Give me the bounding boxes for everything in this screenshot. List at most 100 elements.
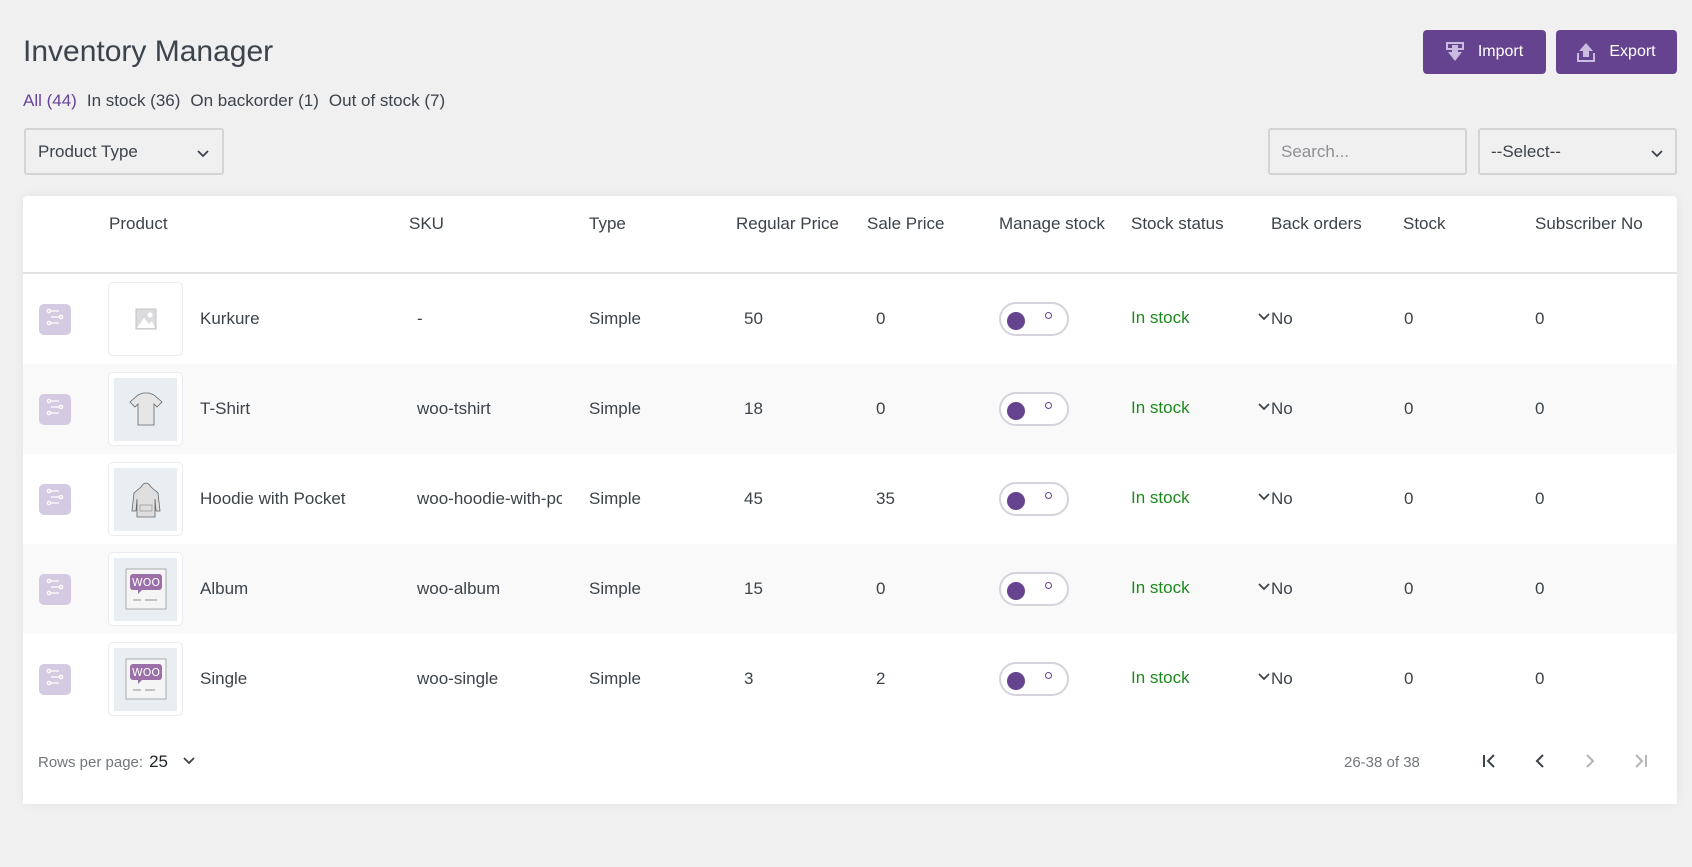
- woo-single-image: WOO: [114, 647, 177, 711]
- product-name[interactable]: Single: [200, 668, 247, 690]
- row-actions-button[interactable]: [39, 664, 71, 695]
- product-thumbnail: [108, 462, 183, 536]
- filter-in-stock[interactable]: In stock (36): [87, 90, 181, 112]
- bulk-select-value: --Select--: [1491, 141, 1561, 161]
- manage-stock-toggle[interactable]: [999, 482, 1069, 516]
- rows-per-page-select[interactable]: 25: [149, 752, 196, 772]
- back-orders-value[interactable]: No: [1271, 578, 1293, 600]
- back-orders-value[interactable]: No: [1271, 668, 1293, 690]
- row-actions-button[interactable]: [39, 304, 71, 335]
- product-name[interactable]: Kurkure: [200, 308, 260, 330]
- product-name[interactable]: Hoodie with Pocket: [200, 488, 346, 510]
- hoodie-image: [114, 467, 177, 531]
- table-row: WOO Single woo-single Simple 3 2 In stock No 0 0: [23, 634, 1677, 724]
- row-actions-button[interactable]: [39, 484, 71, 515]
- regular-price-value[interactable]: 3: [744, 668, 753, 690]
- column-header-type[interactable]: Type: [589, 214, 626, 234]
- rows-per-page: Rows per page: 25: [38, 752, 196, 772]
- filter-all[interactable]: All (44): [23, 90, 77, 112]
- import-label: Import: [1477, 43, 1524, 60]
- chevron-down-icon: [182, 752, 196, 772]
- svg-text:WOO: WOO: [131, 666, 160, 679]
- column-header-subscriber-no[interactable]: Subscriber No: [1535, 214, 1643, 234]
- chevron-left-icon: [1531, 752, 1549, 775]
- column-header-back-orders[interactable]: Back orders: [1271, 214, 1362, 234]
- back-orders-value[interactable]: No: [1271, 398, 1293, 420]
- column-header-stock-status[interactable]: Stock status: [1131, 214, 1224, 234]
- regular-price-value[interactable]: 45: [744, 488, 763, 510]
- rows-per-page-value: 25: [149, 752, 168, 771]
- subscriber-no-value: 0: [1535, 309, 1545, 328]
- previous-page-button[interactable]: [1525, 748, 1555, 778]
- chevron-down-icon: [1257, 668, 1271, 688]
- sliders-icon: [46, 308, 64, 331]
- column-header-sku[interactable]: SKU: [409, 214, 444, 234]
- sale-price-value[interactable]: 0: [876, 308, 885, 330]
- product-name[interactable]: Album: [200, 578, 248, 600]
- search-input[interactable]: [1281, 141, 1454, 162]
- import-button[interactable]: Import: [1423, 30, 1546, 74]
- sku-value: woo-album: [417, 579, 501, 598]
- bulk-select[interactable]: --Select--: [1478, 128, 1677, 175]
- subscriber-no-value: 0: [1535, 669, 1545, 688]
- stock-status-value: In stock: [1131, 308, 1190, 327]
- regular-price-value[interactable]: 18: [744, 398, 763, 420]
- column-header-manage-stock[interactable]: Manage stock: [999, 214, 1105, 234]
- toggle-off-indicator: [1045, 402, 1052, 409]
- regular-price-value[interactable]: 15: [744, 578, 763, 600]
- export-button[interactable]: Export: [1556, 30, 1677, 74]
- next-page-button[interactable]: [1575, 748, 1605, 778]
- page-title: Inventory Manager: [23, 35, 274, 68]
- table-header: Product SKU Type Regular Price Sale Pric…: [23, 196, 1677, 274]
- manage-stock-toggle[interactable]: [999, 302, 1069, 336]
- toggle-knob: [1007, 312, 1025, 330]
- manage-stock-toggle[interactable]: [999, 572, 1069, 606]
- last-page-button[interactable]: [1625, 748, 1655, 778]
- search-field[interactable]: [1268, 128, 1467, 175]
- product-type-select[interactable]: Product Type: [24, 128, 224, 175]
- back-orders-value[interactable]: No: [1271, 308, 1293, 330]
- sku-value: woo-tshirt: [417, 399, 491, 418]
- column-header-regular-price[interactable]: Regular Price: [736, 214, 839, 234]
- filter-on-backorder[interactable]: On backorder (1): [190, 90, 319, 112]
- column-header-sale-price[interactable]: Sale Price: [867, 214, 944, 234]
- manage-stock-toggle[interactable]: [999, 392, 1069, 426]
- stock-status-select[interactable]: In stock: [1131, 308, 1271, 328]
- row-actions-button[interactable]: [39, 574, 71, 605]
- tshirt-image: [114, 377, 177, 441]
- sale-price-value[interactable]: 0: [876, 578, 885, 600]
- woo-album-image: WOO: [114, 557, 177, 621]
- table-row: WOO Album woo-album Simple 15 0 In stock No 0 0: [23, 544, 1677, 634]
- product-thumbnail: WOO: [108, 642, 183, 716]
- stock-status-value: In stock: [1131, 668, 1190, 687]
- product-thumbnail: [108, 372, 183, 446]
- export-icon: [1577, 42, 1596, 62]
- stock-status-select[interactable]: In stock: [1131, 578, 1271, 598]
- stock-filter-links: All (44) In stock (36) On backorder (1) …: [23, 90, 445, 112]
- stock-status-value: In stock: [1131, 488, 1190, 507]
- toggle-off-indicator: [1045, 312, 1052, 319]
- manage-stock-toggle[interactable]: [999, 662, 1069, 696]
- first-page-button[interactable]: [1475, 748, 1505, 778]
- sale-price-value[interactable]: 35: [876, 488, 895, 510]
- row-actions-button[interactable]: [39, 394, 71, 425]
- filter-out-of-stock[interactable]: Out of stock (7): [329, 90, 445, 112]
- stock-status-select[interactable]: In stock: [1131, 668, 1271, 688]
- back-orders-value[interactable]: No: [1271, 488, 1293, 510]
- column-header-product[interactable]: Product: [109, 214, 168, 234]
- stock-value: 0: [1404, 399, 1414, 418]
- sku-value: -: [417, 309, 423, 328]
- stock-status-select[interactable]: In stock: [1131, 398, 1271, 418]
- product-name[interactable]: T-Shirt: [200, 398, 250, 420]
- regular-price-value[interactable]: 50: [744, 308, 763, 330]
- sale-price-value[interactable]: 0: [876, 398, 885, 420]
- chevron-down-icon: [1650, 145, 1664, 159]
- table-row: Hoodie with Pocket woo-hoodie-with-pocket…: [23, 454, 1677, 544]
- column-header-stock[interactable]: Stock: [1403, 214, 1446, 234]
- type-value: Simple: [589, 399, 641, 418]
- stock-status-select[interactable]: In stock: [1131, 488, 1271, 508]
- first-page-icon: [1481, 752, 1499, 775]
- type-value: Simple: [589, 579, 641, 598]
- sale-price-value[interactable]: 2: [876, 668, 885, 690]
- rows-per-page-label: Rows per page:: [38, 753, 144, 771]
